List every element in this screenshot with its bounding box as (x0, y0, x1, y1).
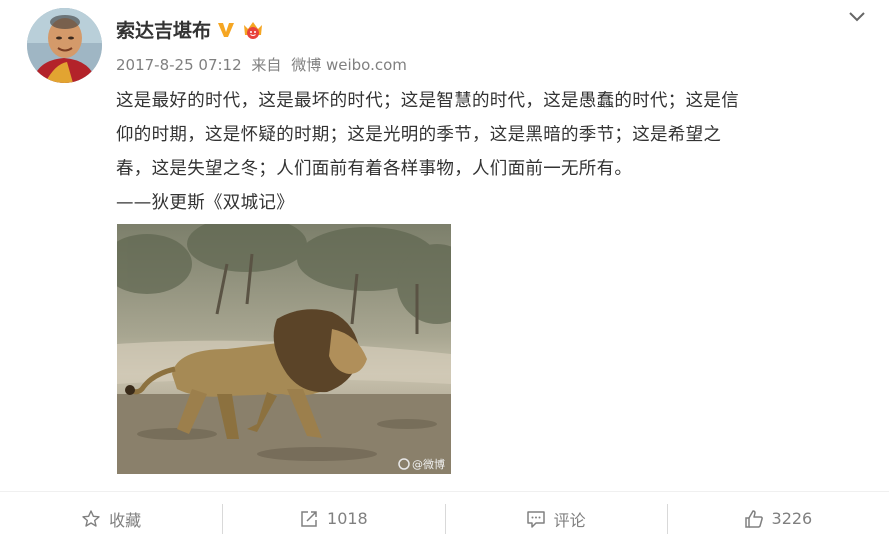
post-meta: 2017-8-25 07:12 来自 微博 weibo.com (116, 54, 412, 75)
repost-count: 1018 (327, 509, 368, 528)
crown-badge-icon[interactable] (241, 19, 265, 41)
repost-button[interactable]: 1018 (222, 492, 444, 545)
author-name[interactable]: 索达吉堪布 (116, 16, 211, 43)
favorite-label: 收藏 (109, 510, 142, 530)
repost-icon (301, 510, 317, 527)
source-prefix: 来自 (251, 56, 282, 74)
chevron-down-icon[interactable] (846, 7, 868, 27)
avatar-image (27, 8, 102, 83)
lion-photo: @微博 (117, 224, 451, 474)
image-watermark: @微博 (412, 457, 445, 471)
verified-v-icon[interactable] (217, 21, 235, 39)
comment-label: 评论 (553, 510, 586, 530)
like-count: 3226 (771, 509, 813, 528)
post-date[interactable]: 2017-8-25 07:12 (116, 56, 242, 74)
post-text-line: ——狄更斯《双城记》 (116, 193, 294, 213)
post-text: 这是最好的时代，这是最坏的时代；这是智慧的时代，这是愚蠢的时代；这是信 仰的时期… (116, 84, 841, 220)
post-text-line: 仰的时期，这是怀疑的时期；这是光明的季节，这是黑暗的季节；这是希望之 (116, 125, 722, 145)
comment-button[interactable]: 评论 (444, 492, 667, 545)
post-image[interactable]: @微博 (117, 224, 451, 474)
comment-icon (526, 510, 545, 528)
star-icon (82, 509, 100, 527)
author-row: 索达吉堪布 (116, 16, 265, 43)
avatar[interactable] (27, 8, 102, 83)
post-text-line: 这是最好的时代，这是最坏的时代；这是智慧的时代，这是愚蠢的时代；这是信 (116, 91, 739, 111)
like-button[interactable]: 3226 (666, 492, 889, 545)
post-source[interactable]: 微博 weibo.com (291, 56, 407, 74)
action-bar: 收藏 1018 评论 3226 (0, 491, 889, 545)
favorite-button[interactable]: 收藏 (0, 492, 222, 545)
thumbs-up-icon (744, 509, 763, 528)
post-text-line: 春，这是失望之冬；人们面前有着各样事物，人们面前一无所有。 (116, 159, 633, 179)
